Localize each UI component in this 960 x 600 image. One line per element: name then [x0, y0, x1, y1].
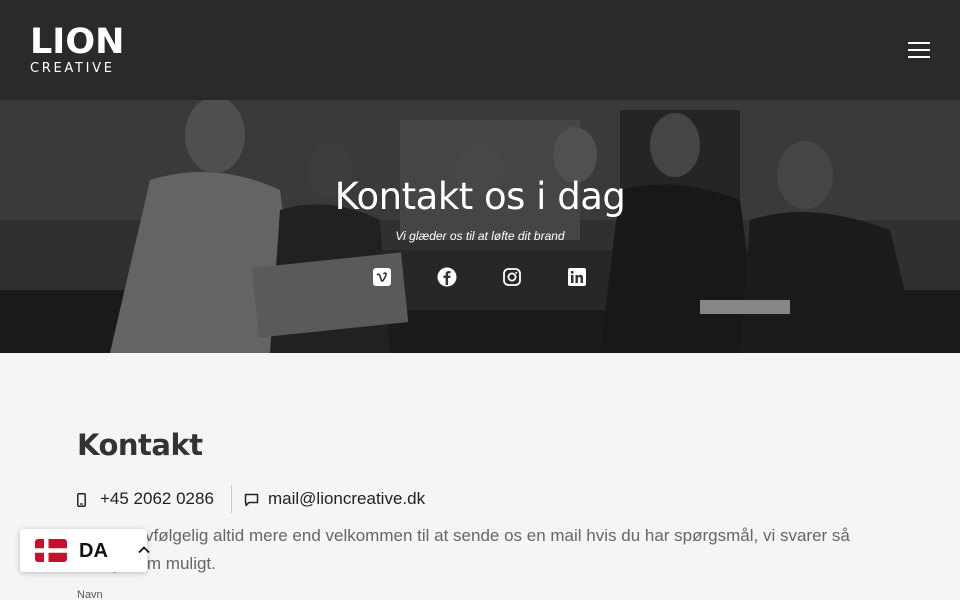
mobile-phone-icon	[77, 492, 86, 507]
language-code: DA	[79, 540, 108, 562]
logo-main-text: LION	[30, 22, 125, 62]
hero-overlay	[0, 100, 960, 353]
hamburger-menu-icon[interactable]	[908, 41, 930, 59]
email-link[interactable]: mail@lioncreative.dk	[244, 486, 425, 512]
email-address: mail@lioncreative.dk	[268, 489, 426, 508]
hero-title: Kontakt os i dag	[334, 175, 626, 218]
phone-link[interactable]: +45 2062 0286	[77, 486, 214, 512]
linkedin-icon[interactable]	[567, 267, 587, 287]
hero-subtitle: Vi glæder os til at løfte dit brand	[395, 229, 565, 243]
danish-flag-icon	[35, 539, 67, 562]
contact-heading: Kontakt	[77, 428, 203, 462]
logo-sub-text: CREATIVE	[30, 61, 115, 76]
contact-description: Du er selvfølgelig altid mere end velkom…	[77, 526, 850, 573]
hero-banner: Kontakt os i dag Vi glæder os til at løf…	[0, 100, 960, 353]
logo[interactable]: LION CREATIVE	[30, 22, 125, 77]
contact-divider	[231, 485, 232, 513]
site-header: LION CREATIVE	[0, 0, 960, 100]
language-switcher[interactable]: DA	[20, 529, 150, 572]
name-field-label: Navn	[77, 589, 103, 600]
vimeo-icon[interactable]	[372, 267, 392, 287]
message-icon	[244, 492, 259, 507]
facebook-icon[interactable]	[437, 267, 457, 287]
phone-number: +45 2062 0286	[100, 489, 214, 508]
chevron-up-icon	[138, 546, 150, 554]
instagram-icon[interactable]	[502, 267, 522, 287]
